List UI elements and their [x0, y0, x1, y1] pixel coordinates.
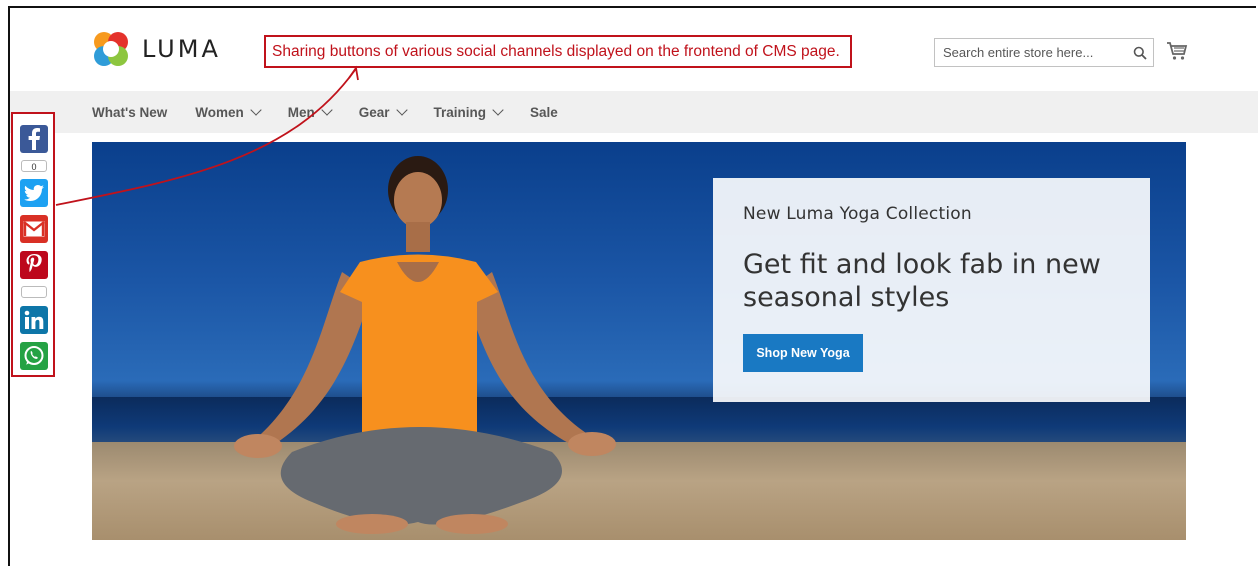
luma-logo-icon [94, 32, 128, 66]
gmail-share-button[interactable] [20, 215, 48, 243]
whatsapp-icon [24, 346, 44, 365]
twitter-share-button[interactable] [20, 179, 48, 207]
nav-item-gear[interactable]: Gear [358, 104, 408, 120]
gmail-icon [23, 221, 45, 237]
facebook-icon [28, 128, 40, 150]
promo-subtitle: New Luma Yoga Collection [743, 204, 972, 224]
facebook-share-count: 0 [21, 160, 47, 172]
nav-item-whats-new[interactable]: What's New [92, 105, 167, 120]
chevron-down-icon [492, 104, 504, 116]
linkedin-icon [24, 310, 44, 329]
nav-label: Gear [358, 104, 390, 120]
facebook-share-button[interactable] [20, 125, 48, 153]
nav-item-training[interactable]: Training [433, 104, 504, 120]
chevron-down-icon [395, 104, 408, 116]
nav-item-sale[interactable]: Sale [530, 105, 558, 120]
chevron-down-icon [250, 104, 262, 116]
nav-label: What's New [92, 104, 168, 120]
search-input[interactable] [935, 39, 1127, 66]
search-box [934, 38, 1154, 67]
brand-name: LUMA [142, 35, 221, 63]
twitter-icon [24, 185, 44, 201]
shop-new-yoga-button[interactable]: Shop New Yoga [743, 334, 863, 372]
promo-panel: New Luma Yoga Collection Get fit and loo… [713, 178, 1150, 402]
pinterest-share-button[interactable] [20, 251, 48, 279]
nav-label: Men [287, 104, 315, 120]
social-share-bar: 0 [11, 112, 55, 377]
annotation-text: Sharing buttons of various social channe… [272, 42, 840, 60]
nav-label: Women [195, 104, 244, 120]
chevron-down-icon [321, 104, 333, 116]
luma-logo[interactable]: LUMA [92, 30, 221, 68]
search-icon[interactable] [1127, 39, 1153, 67]
nav-label: Sale [530, 104, 558, 120]
cart-icon[interactable] [1166, 40, 1188, 62]
nav-label: Training [433, 104, 487, 120]
nav-item-women[interactable]: Women [195, 104, 262, 120]
annotation-callout: Sharing buttons of various social channe… [264, 35, 852, 68]
linkedin-share-button[interactable] [20, 306, 48, 334]
nav-item-men[interactable]: Men [287, 104, 333, 120]
main-navigation: What's New Women Men Gear Training Sale [10, 91, 1258, 133]
yoga-woman-illustration [234, 156, 616, 534]
pinterest-share-count [21, 286, 47, 298]
pinterest-icon [26, 254, 42, 272]
whatsapp-share-button[interactable] [20, 342, 48, 370]
promo-title: Get fit and look fab in new seasonal sty… [743, 249, 1101, 313]
